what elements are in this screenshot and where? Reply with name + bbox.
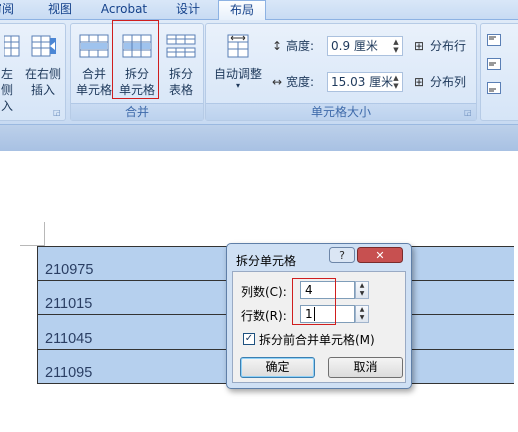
insert-left-label: 左侧入 bbox=[1, 67, 14, 113]
insert-right-button[interactable]: 在右侧 插入 bbox=[21, 30, 65, 100]
insert-left-icon bbox=[3, 35, 20, 57]
autofit-label: 自动调整 bbox=[213, 67, 262, 81]
distribute-rows-icon: ⊞ bbox=[414, 39, 425, 53]
distribute-rows-button[interactable]: ⊞ 分布行 bbox=[414, 36, 466, 56]
merge-before-split-label: 拆分前合并单元格(M) bbox=[259, 333, 375, 347]
table-cell: 211095 bbox=[45, 365, 93, 381]
alignment-group bbox=[480, 23, 518, 121]
width-label: 宽度: bbox=[286, 75, 315, 89]
rows-columns-group: 左侧入 在右侧 插入 ◲ bbox=[0, 23, 66, 121]
tab-layout[interactable]: 布局 bbox=[218, 0, 266, 21]
width-field[interactable]: 15.03 厘米 ▲ ▼ bbox=[327, 72, 403, 92]
height-row: ↕ 高度: bbox=[272, 36, 314, 56]
autofit-dropdown-icon: ▾ bbox=[235, 81, 240, 90]
distribute-cols-button[interactable]: ⊞ 分布列 bbox=[414, 72, 466, 92]
rows-spinner-icon[interactable]: ▲ ▼ bbox=[355, 305, 369, 323]
height-field[interactable]: 0.9 厘米 ▲ ▼ bbox=[327, 36, 403, 56]
svg-text:?: ? bbox=[339, 249, 345, 262]
merge-group-label: 合并 bbox=[71, 103, 203, 120]
height-spinner-icon[interactable]: ▲ ▼ bbox=[391, 38, 401, 54]
merge-cells-label: 合并 单元格 bbox=[75, 67, 112, 97]
rows-columns-launcher-icon[interactable]: ◲ bbox=[53, 108, 62, 117]
ribbon-tab-strip: 审阅 视图 Acrobat 设计 布局 bbox=[0, 0, 518, 21]
cancel-button[interactable]: 取消 bbox=[328, 357, 403, 378]
tab-view[interactable]: 视图 bbox=[40, 0, 80, 20]
cell-size-launcher-icon[interactable]: ◲ bbox=[464, 108, 473, 117]
align-bottom-left-icon[interactable] bbox=[487, 82, 501, 97]
ruler-band bbox=[0, 125, 518, 151]
merge-before-split-checkbox[interactable]: ✓ bbox=[243, 333, 255, 345]
split-cells-highlight bbox=[112, 20, 159, 99]
insert-right-icon bbox=[31, 35, 56, 57]
svg-text:✕: ✕ bbox=[375, 249, 384, 262]
ribbon: 左侧入 在右侧 插入 ◲ 合并 单元格 拆分 单元格 拆分 表格 合并 自动调整… bbox=[0, 20, 518, 125]
cols-label: 列数(C): bbox=[241, 285, 287, 299]
split-table-button[interactable]: 拆分 表格 bbox=[159, 30, 203, 100]
autofit-button[interactable]: 自动调整 ▾ bbox=[209, 30, 267, 100]
column-width-icon: ↔ bbox=[272, 75, 283, 89]
tab-review[interactable]: 审阅 bbox=[0, 0, 28, 20]
dialog-title: 拆分单元格 bbox=[236, 254, 297, 268]
align-middle-left-icon[interactable] bbox=[487, 58, 501, 73]
tab-acrobat[interactable]: Acrobat bbox=[94, 0, 154, 20]
rows-label: 行数(R): bbox=[241, 309, 287, 323]
cols-spinner-icon[interactable]: ▲ ▼ bbox=[355, 281, 369, 299]
help-icon[interactable]: ? bbox=[329, 247, 355, 263]
height-label: 高度: bbox=[286, 39, 315, 53]
insert-right-label: 在右侧 插入 bbox=[24, 67, 61, 97]
distribute-rows-label: 分布行 bbox=[430, 39, 467, 53]
split-table-icon bbox=[166, 34, 196, 58]
row-height-icon: ↕ bbox=[272, 39, 283, 53]
tab-design[interactable]: 设计 bbox=[168, 0, 208, 20]
insert-left-button[interactable]: 左侧入 bbox=[0, 30, 23, 113]
input-highlight-box bbox=[292, 278, 336, 325]
ok-button[interactable]: 确定 bbox=[240, 357, 315, 378]
table-cell: 211045 bbox=[45, 330, 93, 347]
autofit-icon bbox=[227, 34, 249, 58]
width-spinner-icon[interactable]: ▲ ▼ bbox=[391, 74, 401, 90]
cell-size-group-label: 单元格大小 bbox=[206, 103, 476, 120]
table-cell: 211015 bbox=[45, 296, 93, 312]
distribute-cols-label: 分布列 bbox=[430, 75, 467, 89]
table-cell: 210975 bbox=[45, 261, 94, 278]
split-table-label: 拆分 表格 bbox=[168, 67, 193, 97]
align-top-left-icon[interactable] bbox=[487, 34, 501, 49]
crop-mark-vertical bbox=[44, 222, 45, 246]
distribute-cols-icon: ⊞ bbox=[414, 75, 425, 89]
width-row: ↔ 宽度: bbox=[272, 72, 314, 92]
cell-size-group: 自动调整 ▾ ↕ 高度: 0.9 厘米 ▲ ▼ ↔ 宽度: 15.03 厘米 ▲ ▼ ⊞… bbox=[205, 23, 477, 121]
close-icon[interactable]: ✕ bbox=[357, 247, 403, 263]
merge-cells-button[interactable]: 合并 单元格 bbox=[72, 30, 116, 100]
merge-cells-icon bbox=[79, 34, 109, 58]
